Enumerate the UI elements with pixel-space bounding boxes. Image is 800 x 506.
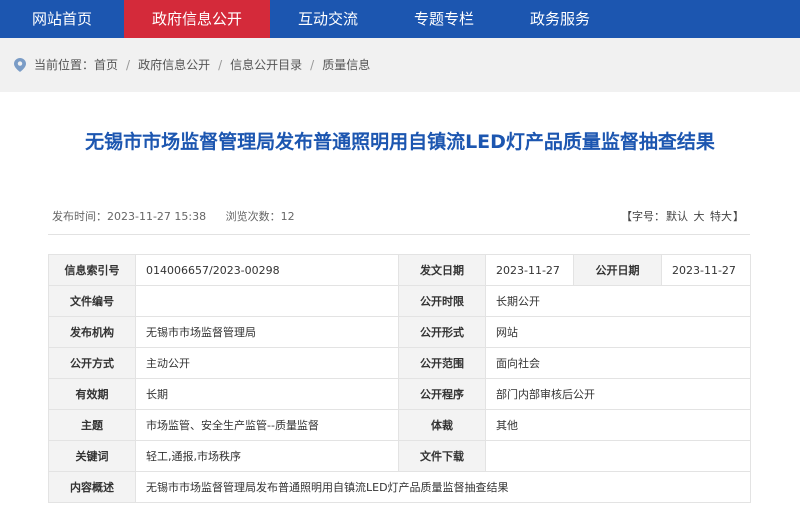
table-row: 关键词 轻工,通报,市场秩序 文件下载 bbox=[48, 440, 751, 472]
open-procedure-value: 部门内部审核后公开 bbox=[485, 378, 751, 410]
summary-label: 内容概述 bbox=[48, 471, 136, 503]
table-row: 内容概述 无锡市市场监督管理局发布普通照明用自镇流LED灯产品质量监督抽查结果 bbox=[48, 471, 751, 503]
open-method-label: 公开方式 bbox=[48, 347, 136, 379]
open-scope-value: 面向社会 bbox=[485, 347, 751, 379]
breadcrumb-item-quality[interactable]: 质量信息 bbox=[322, 58, 370, 72]
breadcrumb-separator: / bbox=[126, 58, 131, 72]
summary-value: 无锡市市场监督管理局发布普通照明用自镇流LED灯产品质量监督抽查结果 bbox=[135, 471, 751, 503]
publisher-value: 无锡市市场监督管理局 bbox=[135, 316, 399, 348]
open-date-label: 公开日期 bbox=[573, 254, 662, 286]
open-duration-label: 公开时限 bbox=[398, 285, 486, 317]
font-size-open: 【字号： bbox=[621, 210, 665, 223]
breadcrumb-item-gov-info[interactable]: 政府信息公开 bbox=[138, 58, 210, 72]
location-pin-icon bbox=[14, 58, 26, 72]
open-duration-value: 长期公开 bbox=[485, 285, 751, 317]
breadcrumb-item-catalog[interactable]: 信息公开目录 bbox=[230, 58, 302, 72]
article-meta: 发布时间：2023-11-27 15:38 浏览次数：12 bbox=[52, 208, 311, 224]
index-no-value: 014006657/2023-00298 bbox=[135, 254, 399, 286]
nav-item-services[interactable]: 政务服务 bbox=[502, 0, 618, 38]
open-procedure-label: 公开程序 bbox=[398, 378, 486, 410]
download-value[interactable] bbox=[485, 440, 751, 472]
breadcrumb-prefix: 当前位置： bbox=[34, 58, 95, 72]
doc-no-label: 文件编号 bbox=[48, 285, 136, 317]
font-size-close: 】 bbox=[733, 210, 744, 223]
validity-value: 长期 bbox=[135, 378, 399, 410]
table-row: 文件编号 公开时限 长期公开 bbox=[48, 285, 751, 317]
table-row: 有效期 长期 公开程序 部门内部审核后公开 bbox=[48, 378, 751, 410]
font-size-large-button[interactable]: 大 bbox=[694, 210, 705, 223]
nav-item-gov-info[interactable]: 政府信息公开 bbox=[124, 0, 270, 38]
topic-value: 市场监管、安全生产监管--质量监督 bbox=[135, 409, 399, 441]
publisher-label: 发布机构 bbox=[48, 316, 136, 348]
nav-item-home[interactable]: 网站首页 bbox=[0, 0, 124, 38]
table-row: 信息索引号 014006657/2023-00298 发文日期 2023-11-… bbox=[48, 254, 751, 286]
issue-date-label: 发文日期 bbox=[398, 254, 486, 286]
font-size-switcher: 【字号：默认 大 特大】 bbox=[621, 208, 744, 224]
topic-label: 主题 bbox=[48, 409, 136, 441]
genre-label: 体裁 bbox=[398, 409, 486, 441]
breadcrumb-separator: / bbox=[310, 58, 315, 72]
keywords-label: 关键词 bbox=[48, 440, 136, 472]
font-size-default-button[interactable]: 默认 bbox=[666, 210, 688, 223]
divider bbox=[48, 234, 750, 235]
table-row: 发布机构 无锡市市场监督管理局 公开形式 网站 bbox=[48, 316, 751, 348]
nav-item-interaction[interactable]: 互动交流 bbox=[270, 0, 386, 38]
keywords-value: 轻工,通报,市场秩序 bbox=[135, 440, 399, 472]
download-label: 文件下载 bbox=[398, 440, 486, 472]
breadcrumb-item-home[interactable]: 首页 bbox=[94, 58, 118, 72]
breadcrumb-separator: / bbox=[218, 58, 223, 72]
font-size-xlarge-button[interactable]: 特大 bbox=[710, 210, 732, 223]
article-title: 无锡市市场监督管理局发布普通照明用自镇流LED灯产品质量监督抽查结果 bbox=[85, 131, 715, 153]
breadcrumb: 当前位置：首页 / 政府信息公开 / 信息公开目录 / 质量信息 bbox=[34, 38, 370, 92]
publish-time: 发布时间：2023-11-27 15:38 bbox=[52, 210, 207, 223]
table-row: 主题 市场监管、安全生产监管--质量监督 体裁 其他 bbox=[48, 409, 751, 441]
open-date-value: 2023-11-27 bbox=[661, 254, 751, 286]
breadcrumb-bar: 当前位置：首页 / 政府信息公开 / 信息公开目录 / 质量信息 bbox=[0, 38, 800, 92]
open-method-value: 主动公开 bbox=[135, 347, 399, 379]
view-count: 浏览次数：12 bbox=[225, 210, 295, 223]
open-scope-label: 公开范围 bbox=[398, 347, 486, 379]
genre-value: 其他 bbox=[485, 409, 751, 441]
index-no-label: 信息索引号 bbox=[48, 254, 136, 286]
nav-item-topics[interactable]: 专题专栏 bbox=[386, 0, 502, 38]
open-form-label: 公开形式 bbox=[398, 316, 486, 348]
info-table: 信息索引号 014006657/2023-00298 发文日期 2023-11-… bbox=[48, 254, 751, 503]
doc-no-value bbox=[135, 285, 399, 317]
validity-label: 有效期 bbox=[48, 378, 136, 410]
open-form-value: 网站 bbox=[485, 316, 751, 348]
top-nav: 网站首页 政府信息公开 互动交流 专题专栏 政务服务 bbox=[0, 0, 800, 38]
table-row: 公开方式 主动公开 公开范围 面向社会 bbox=[48, 347, 751, 379]
issue-date-value: 2023-11-27 bbox=[485, 254, 574, 286]
